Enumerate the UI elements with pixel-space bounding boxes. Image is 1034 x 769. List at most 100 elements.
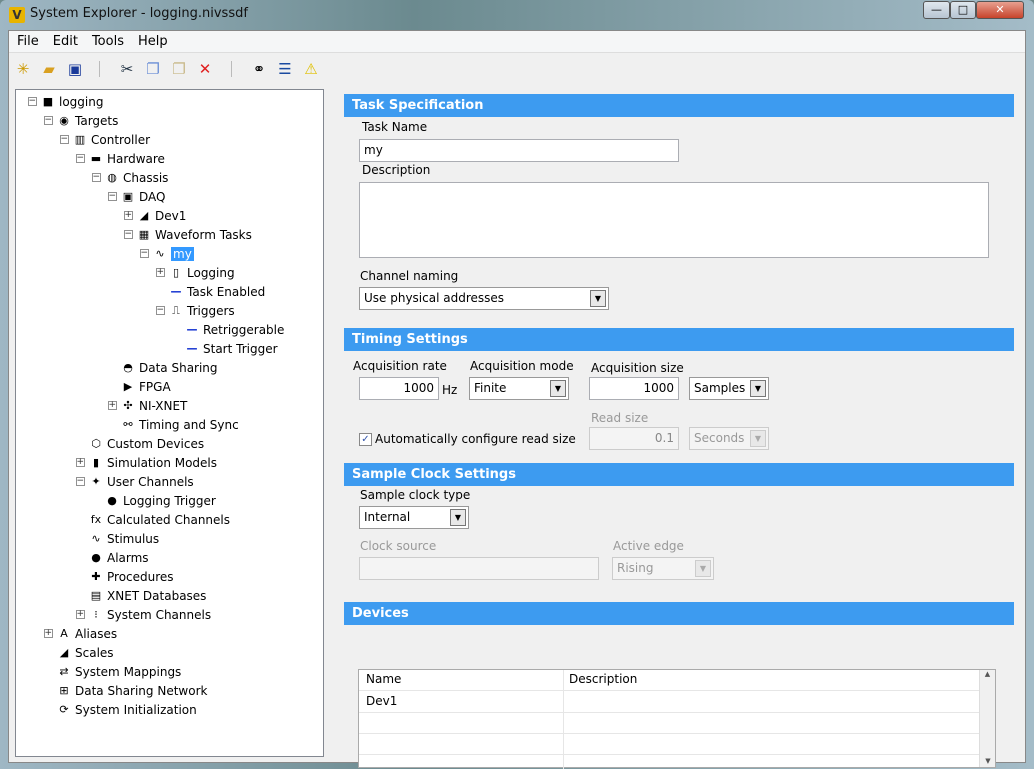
expander-box[interactable]: − <box>43 116 53 125</box>
size-unit-select[interactable]: Samples ▼ <box>689 377 769 400</box>
collapse-icon[interactable]: − <box>152 306 168 315</box>
expander-box[interactable]: + <box>75 458 85 467</box>
cut-icon[interactable]: ✂ <box>117 59 137 79</box>
menu-tools[interactable]: Tools <box>84 31 130 49</box>
tree-item[interactable]: ⟳ System Initialization <box>16 700 323 719</box>
collapse-icon[interactable]: − <box>40 116 56 125</box>
expander-box[interactable]: − <box>155 306 165 315</box>
window-title: System Explorer - logging.nivssdf <box>30 6 248 21</box>
expander-box[interactable]: + <box>123 211 133 220</box>
tree-item[interactable]: ∿ Stimulus <box>16 529 323 548</box>
table-scrollbar[interactable]: ▲ ▼ <box>979 670 995 767</box>
task-name-input[interactable]: my <box>359 139 679 162</box>
paste-icon[interactable]: ❐ <box>169 59 189 79</box>
new-icon[interactable]: ✳ <box>13 59 33 79</box>
column-header-description[interactable]: Description <box>569 672 637 686</box>
tree-item[interactable]: + ▯ Logging <box>16 263 323 282</box>
copy-icon[interactable]: ❐ <box>143 59 163 79</box>
menu-help[interactable]: Help <box>130 31 174 49</box>
expander-box[interactable]: − <box>107 192 117 201</box>
channel-list-icon[interactable]: ☰ <box>275 59 295 79</box>
tree-item[interactable]: − ⎍ Triggers <box>16 301 323 320</box>
tree-item[interactable]: − ▦ Waveform Tasks <box>16 225 323 244</box>
save-icon[interactable]: ▣ <box>65 59 85 79</box>
tree-item[interactable]: ● Logging Trigger <box>16 491 323 510</box>
minimize-button[interactable]: — <box>923 1 950 19</box>
expander-box[interactable]: − <box>91 173 101 182</box>
expander-box[interactable]: − <box>123 230 133 239</box>
tree-node-icon: ⟳ <box>59 702 69 716</box>
collapse-icon[interactable]: − <box>24 97 40 106</box>
expand-icon[interactable]: + <box>104 401 120 410</box>
tree-item[interactable]: ⇄ System Mappings <box>16 662 323 681</box>
open-icon[interactable]: ▰ <box>39 59 59 79</box>
warning-icon[interactable]: ⚠ <box>301 59 321 79</box>
expand-icon[interactable]: + <box>152 268 168 277</box>
delete-icon[interactable]: ✕ <box>195 59 215 79</box>
expander-box[interactable]: + <box>107 401 117 410</box>
collapse-icon[interactable]: − <box>56 135 72 144</box>
menu-file[interactable]: File <box>9 31 45 49</box>
find-icon[interactable]: ⚭ <box>249 59 269 79</box>
tree-item[interactable]: + A Aliases <box>16 624 323 643</box>
tree-item[interactable]: ⬡ Custom Devices <box>16 434 323 453</box>
expander-box[interactable]: + <box>155 268 165 277</box>
tree-item[interactable]: ⚯ Timing and Sync <box>16 415 323 434</box>
tree-node-icon: ◍ <box>107 170 117 184</box>
expander-box[interactable]: + <box>43 629 53 638</box>
auto-read-size-checkbox[interactable]: ✓ Automatically configure read size <box>359 432 576 446</box>
collapse-icon[interactable]: − <box>88 173 104 182</box>
tree-item[interactable]: ▤ XNET Databases <box>16 586 323 605</box>
tree-item[interactable]: ⊞ Data Sharing Network <box>16 681 323 700</box>
tree-item[interactable]: — Start Trigger <box>16 339 323 358</box>
clock-source-input <box>359 557 599 580</box>
tree-item[interactable]: ● Alarms <box>16 548 323 567</box>
collapse-icon[interactable]: − <box>104 192 120 201</box>
tree-item[interactable]: − ∿ my <box>16 244 323 263</box>
tree-item[interactable]: − ■ logging <box>16 92 323 111</box>
tree-item[interactable]: − ▬ Hardware <box>16 149 323 168</box>
collapse-icon[interactable]: − <box>72 154 88 163</box>
tree-item[interactable]: — Retriggerable <box>16 320 323 339</box>
tree-item[interactable]: − ▥ Controller <box>16 130 323 149</box>
expander-box[interactable]: − <box>75 477 85 486</box>
expand-icon[interactable]: + <box>72 610 88 619</box>
clock-type-select[interactable]: Internal ▼ <box>359 506 469 529</box>
tree-item[interactable]: − ▣ DAQ <box>16 187 323 206</box>
task-specification-header: Task Specification <box>344 94 1014 117</box>
tree-item[interactable]: ✚ Procedures <box>16 567 323 586</box>
tree-item[interactable]: − ◉ Targets <box>16 111 323 130</box>
tree-item[interactable]: − ◍ Chassis <box>16 168 323 187</box>
expand-icon[interactable]: + <box>72 458 88 467</box>
expander-box[interactable]: − <box>139 249 149 258</box>
collapse-icon[interactable]: − <box>72 477 88 486</box>
tree-item[interactable]: ◢ Scales <box>16 643 323 662</box>
expander-box[interactable]: − <box>27 97 37 106</box>
expander-box[interactable]: − <box>75 154 85 163</box>
acquisition-rate-input[interactable]: 1000 <box>359 377 439 400</box>
expander-box[interactable]: − <box>59 135 69 144</box>
column-header-name[interactable]: Name <box>366 672 401 686</box>
close-button[interactable]: ✕ <box>976 1 1024 19</box>
description-textarea[interactable] <box>359 182 989 258</box>
maximize-button[interactable]: □ <box>950 1 976 19</box>
tree-item[interactable]: + ⁝ System Channels <box>16 605 323 624</box>
collapse-icon[interactable]: − <box>120 230 136 239</box>
expand-icon[interactable]: + <box>120 211 136 220</box>
acquisition-mode-select[interactable]: Finite ▼ <box>469 377 569 400</box>
tree-item[interactable]: + ▮ Simulation Models <box>16 453 323 472</box>
expander-box[interactable]: + <box>75 610 85 619</box>
channel-naming-select[interactable]: Use physical addresses ▼ <box>359 287 609 310</box>
tree-item[interactable]: − ✦ User Channels <box>16 472 323 491</box>
menu-edit[interactable]: Edit <box>45 31 84 49</box>
tree-item[interactable]: ◓ Data Sharing <box>16 358 323 377</box>
expand-icon[interactable]: + <box>40 629 56 638</box>
tree-item[interactable]: + ✣ NI-XNET <box>16 396 323 415</box>
collapse-icon[interactable]: − <box>136 249 152 258</box>
tree-item[interactable]: ▶ FPGA <box>16 377 323 396</box>
tree-item[interactable]: fx Calculated Channels <box>16 510 323 529</box>
table-row[interactable]: Dev1 <box>366 694 397 708</box>
tree-item[interactable]: — Task Enabled <box>16 282 323 301</box>
acquisition-size-input[interactable]: 1000 <box>589 377 679 400</box>
tree-item[interactable]: + ◢ Dev1 <box>16 206 323 225</box>
